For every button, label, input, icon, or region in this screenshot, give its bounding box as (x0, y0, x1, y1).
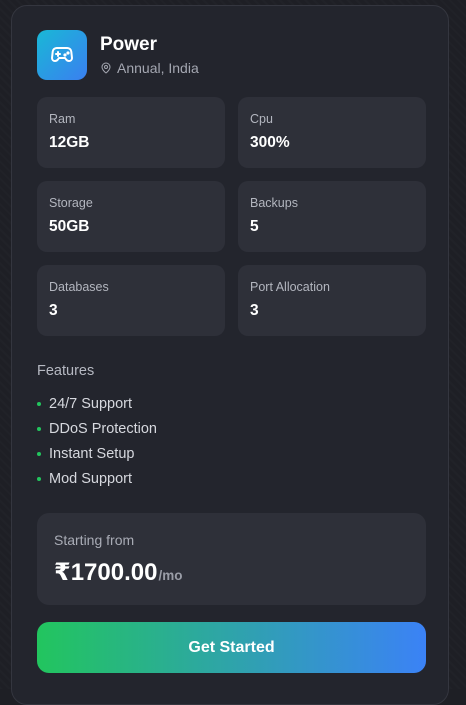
plan-logo (37, 30, 87, 80)
plan-title-group: Power Annual, India (100, 34, 199, 76)
price-period: /mo (158, 568, 183, 583)
spec-label: Cpu (250, 112, 273, 126)
gamepad-icon (51, 47, 73, 62)
spec-label: Backups (250, 196, 298, 210)
spec-value: 5 (250, 218, 259, 235)
pricing-box: Starting from ₹1700.00 /mo (37, 513, 426, 605)
pricing-row: ₹1700.00 /mo (54, 558, 409, 587)
spec-value: 3 (250, 302, 259, 319)
spec-cpu: Cpu 300% (238, 97, 426, 168)
bullet-icon (37, 476, 41, 481)
spec-value: 50GB (49, 218, 90, 235)
plan-location: Annual, India (100, 60, 199, 76)
spec-backups: Backups 5 (238, 181, 426, 252)
spec-ram: Ram 12GB (37, 97, 225, 168)
spec-port-allocation: Port Allocation 3 (238, 265, 426, 336)
spec-value: 12GB (49, 134, 90, 151)
price-amount: ₹1700.00 (54, 559, 158, 586)
spec-storage: Storage 50GB (37, 181, 225, 252)
spec-label: Databases (49, 280, 109, 294)
feature-item: DDoS Protection (37, 416, 157, 441)
feature-text: 24/7 Support (49, 395, 133, 412)
get-started-button[interactable]: Get Started (37, 622, 426, 673)
map-pin-icon (101, 62, 111, 74)
feature-text: DDoS Protection (49, 420, 157, 437)
spec-value: 3 (49, 302, 58, 319)
spec-label: Ram (49, 112, 76, 126)
plan-location-text: Annual, India (117, 60, 199, 76)
spec-label: Storage (49, 196, 93, 210)
plan-card: Power Annual, India Ram 12GB Cpu 300% St… (11, 5, 449, 705)
feature-item: Instant Setup (37, 441, 157, 466)
pricing-label: Starting from (54, 532, 135, 548)
bullet-icon (37, 451, 41, 456)
spec-grid: Ram 12GB Cpu 300% Storage 50GB Backups 5… (37, 97, 426, 336)
spec-label: Port Allocation (250, 280, 330, 294)
features-heading: Features (37, 363, 95, 379)
feature-item: 24/7 Support (37, 391, 157, 416)
plan-header: Power Annual, India (37, 30, 199, 80)
features-list: 24/7 Support DDoS Protection Instant Set… (37, 391, 157, 491)
spec-databases: Databases 3 (37, 265, 225, 336)
feature-item: Mod Support (37, 466, 157, 491)
feature-text: Mod Support (49, 470, 133, 487)
feature-text: Instant Setup (49, 445, 135, 462)
spec-value: 300% (250, 134, 290, 151)
bullet-icon (37, 401, 41, 406)
plan-name: Power (100, 34, 158, 55)
bullet-icon (37, 426, 41, 431)
